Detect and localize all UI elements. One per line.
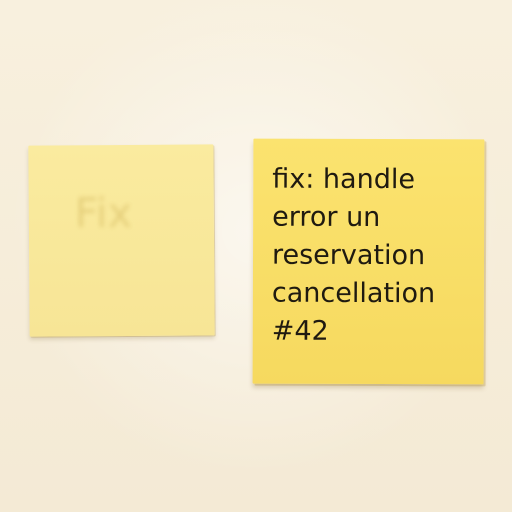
right-sticky-note: fix: handle error un reservation cancell… bbox=[252, 138, 485, 385]
note-line-2: error un bbox=[272, 201, 381, 234]
right-note-text: fix: handle error un reservation cancell… bbox=[272, 161, 473, 352]
note-line-5: #42 bbox=[271, 315, 329, 347]
note-line-1: fix: handle bbox=[272, 163, 416, 196]
note-line-3: reservation bbox=[271, 239, 426, 272]
left-note-text: Fix bbox=[74, 188, 133, 238]
left-sticky-note: Fix bbox=[28, 144, 215, 337]
note-line-4: cancellation bbox=[271, 277, 436, 310]
